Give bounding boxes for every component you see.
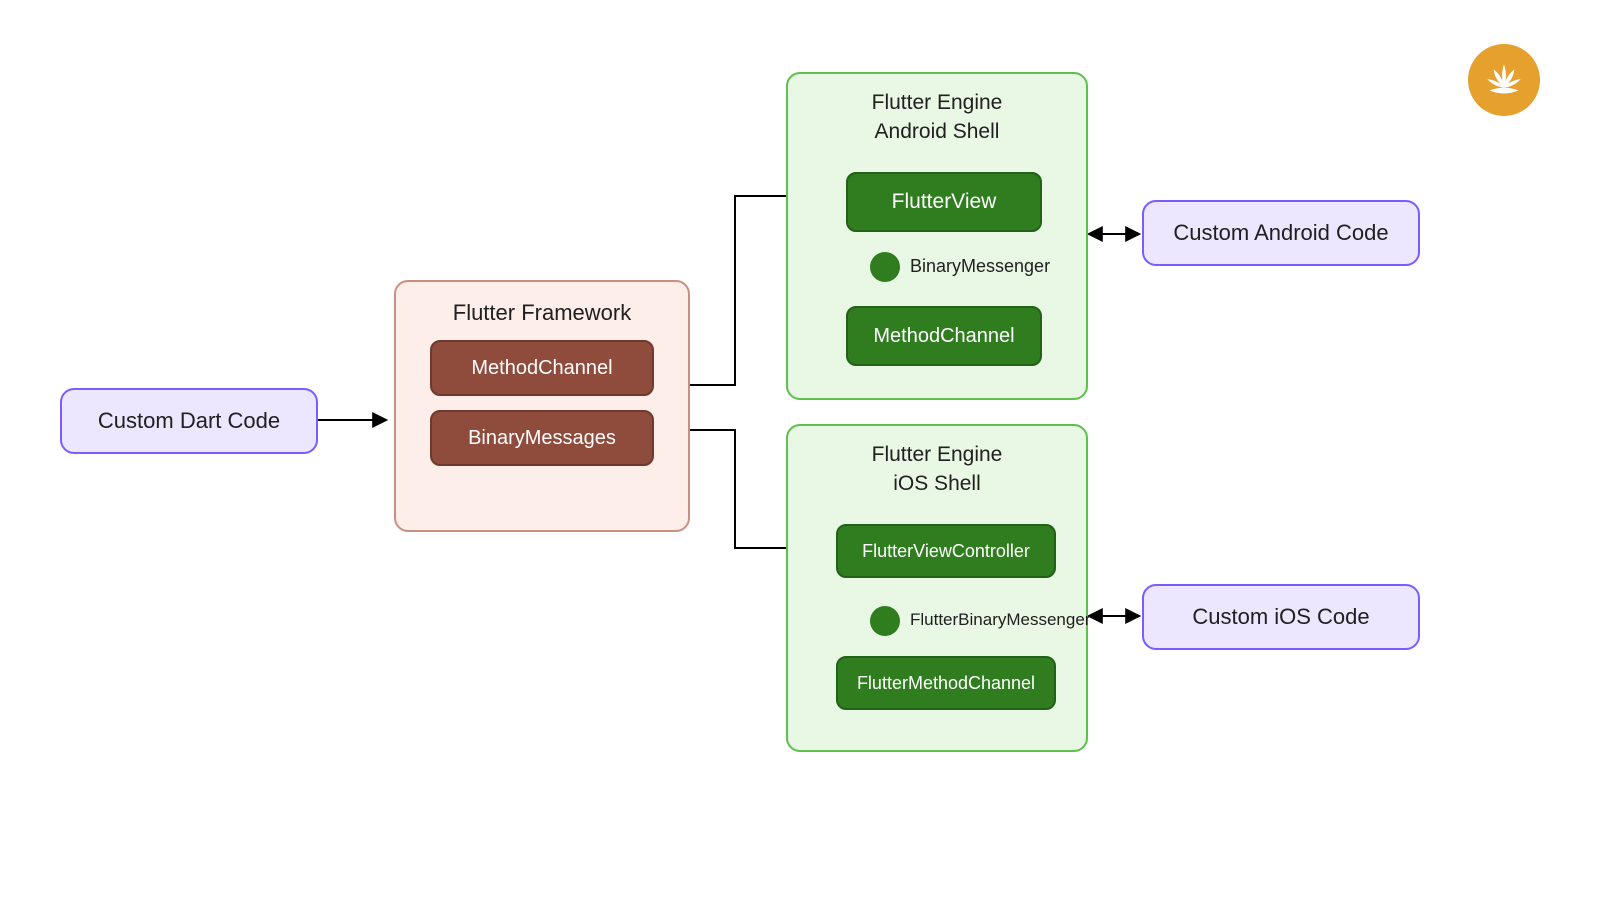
container-title-line2: iOS Shell <box>788 469 1086 498</box>
node-custom-dart-code: Custom Dart Code <box>60 388 318 454</box>
container-engine-android: Flutter Engine Android Shell FlutterView… <box>786 72 1088 400</box>
pill-label: FlutterMethodChannel <box>857 673 1035 694</box>
lotus-logo-icon <box>1468 44 1540 116</box>
pill-label: FlutterView <box>892 190 997 214</box>
dot-binarymessenger <box>870 252 900 282</box>
node-label: Custom Android Code <box>1173 220 1388 246</box>
dot-label-flutterbinarymessenger: FlutterBinaryMessenger <box>910 610 1090 630</box>
node-label: Custom Dart Code <box>98 408 280 434</box>
container-title-line1: Flutter Engine <box>788 88 1086 117</box>
node-custom-android-code: Custom Android Code <box>1142 200 1420 266</box>
pill-methodchannel: MethodChannel <box>430 340 654 396</box>
container-engine-ios: Flutter Engine iOS Shell FlutterViewCont… <box>786 424 1088 752</box>
container-title: Flutter Framework <box>396 300 688 326</box>
pill-flutterview: FlutterView <box>846 172 1042 232</box>
pill-label: BinaryMessages <box>468 427 616 450</box>
container-title-line2: Android Shell <box>788 117 1086 146</box>
pill-fluttermethodchannel: FlutterMethodChannel <box>836 656 1056 710</box>
node-custom-ios-code: Custom iOS Code <box>1142 584 1420 650</box>
pill-flutterviewcontroller: FlutterViewController <box>836 524 1056 578</box>
pill-label: MethodChannel <box>873 325 1014 348</box>
dot-flutterbinarymessenger <box>870 606 900 636</box>
pill-label: MethodChannel <box>471 357 612 380</box>
pill-label: FlutterViewController <box>862 541 1030 562</box>
pill-binarymessages: BinaryMessages <box>430 410 654 466</box>
node-label: Custom iOS Code <box>1192 604 1369 630</box>
pill-methodchannel-android: MethodChannel <box>846 306 1042 366</box>
dot-label-binarymessenger: BinaryMessenger <box>910 256 1050 277</box>
container-title-line1: Flutter Engine <box>788 440 1086 469</box>
container-flutter-framework: Flutter Framework MethodChannel BinaryMe… <box>394 280 690 532</box>
